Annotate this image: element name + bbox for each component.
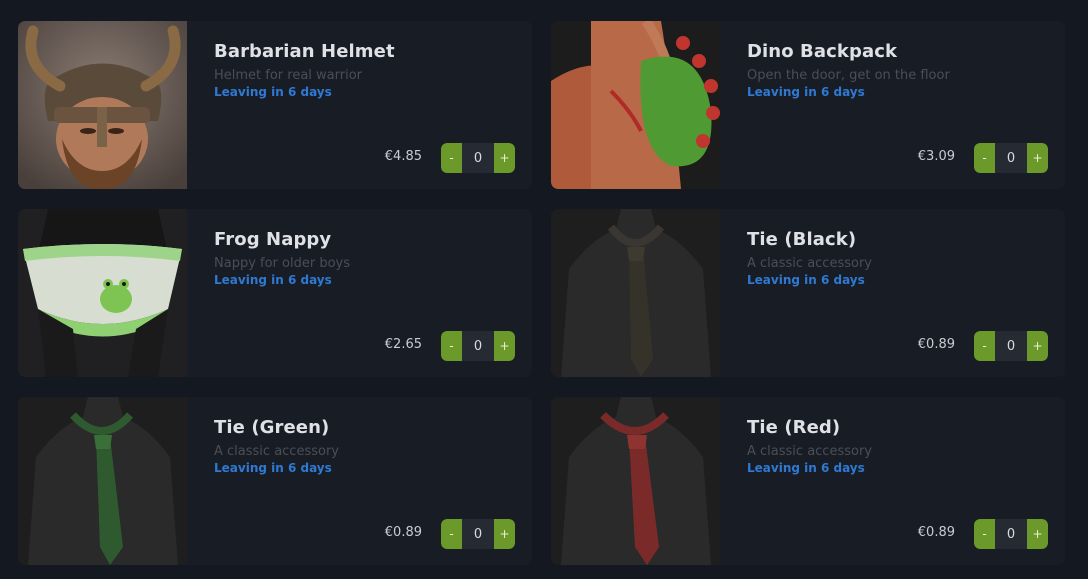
item-price: €3.09: [917, 149, 955, 164]
item-price: €0.89: [917, 525, 955, 540]
item-leaving-notice: Leaving in 6 days: [747, 85, 865, 99]
quantity-stepper: - 0 +: [441, 331, 515, 361]
item-description: A classic accessory: [747, 256, 872, 271]
item-leaving-notice: Leaving in 6 days: [214, 273, 332, 287]
quantity-stepper: - 0 +: [974, 331, 1048, 361]
item-name: Barbarian Helmet: [214, 41, 395, 62]
item-thumbnail-frog-nappy: [18, 209, 187, 377]
item-name: Frog Nappy: [214, 229, 332, 250]
item-price: €0.89: [917, 337, 955, 352]
item-leaving-notice: Leaving in 6 days: [747, 461, 865, 475]
quantity-value[interactable]: 0: [462, 519, 494, 549]
shop-item-grid: Barbarian Helmet Helmet for real warrior…: [18, 21, 1065, 565]
decrease-quantity-button[interactable]: -: [441, 331, 462, 361]
item-thumbnail-tie-black: [551, 209, 720, 377]
item-name: Tie (Red): [747, 417, 841, 438]
item-description: A classic accessory: [214, 444, 339, 459]
increase-quantity-button[interactable]: +: [494, 331, 515, 361]
decrease-quantity-button[interactable]: -: [974, 331, 995, 361]
quantity-value[interactable]: 0: [995, 143, 1027, 173]
increase-quantity-button[interactable]: +: [1027, 143, 1048, 173]
item-description: Open the door, get on the floor: [747, 68, 950, 83]
item-leaving-notice: Leaving in 6 days: [214, 461, 332, 475]
item-description: Helmet for real warrior: [214, 68, 363, 83]
item-price: €4.85: [384, 149, 422, 164]
item-price: €2.65: [384, 337, 422, 352]
quantity-stepper: - 0 +: [441, 143, 515, 173]
item-thumbnail-tie-green: [18, 397, 187, 565]
item-name: Tie (Green): [214, 417, 330, 438]
increase-quantity-button[interactable]: +: [1027, 331, 1048, 361]
shop-item-card: Frog Nappy Nappy for older boys Leaving …: [18, 209, 532, 377]
item-price: €0.89: [384, 525, 422, 540]
quantity-stepper: - 0 +: [974, 519, 1048, 549]
decrease-quantity-button[interactable]: -: [974, 143, 995, 173]
increase-quantity-button[interactable]: +: [494, 519, 515, 549]
shop-item-card: Barbarian Helmet Helmet for real warrior…: [18, 21, 532, 189]
item-name: Tie (Black): [747, 229, 857, 250]
item-description: Nappy for older boys: [214, 256, 350, 271]
item-name: Dino Backpack: [747, 41, 898, 62]
decrease-quantity-button[interactable]: -: [441, 143, 462, 173]
increase-quantity-button[interactable]: +: [1027, 519, 1048, 549]
item-leaving-notice: Leaving in 6 days: [214, 85, 332, 99]
shop-item-card: Dino Backpack Open the door, get on the …: [551, 21, 1065, 189]
item-description: A classic accessory: [747, 444, 872, 459]
item-leaving-notice: Leaving in 6 days: [747, 273, 865, 287]
quantity-value[interactable]: 0: [995, 519, 1027, 549]
decrease-quantity-button[interactable]: -: [441, 519, 462, 549]
item-thumbnail-barbarian-helmet: [18, 21, 187, 189]
quantity-value[interactable]: 0: [462, 143, 494, 173]
quantity-value[interactable]: 0: [462, 331, 494, 361]
decrease-quantity-button[interactable]: -: [974, 519, 995, 549]
quantity-stepper: - 0 +: [441, 519, 515, 549]
item-thumbnail-dino-backpack: [551, 21, 720, 189]
quantity-stepper: - 0 +: [974, 143, 1048, 173]
increase-quantity-button[interactable]: +: [494, 143, 515, 173]
shop-item-card: Tie (Green) A classic accessory Leaving …: [18, 397, 532, 565]
item-thumbnail-tie-red: [551, 397, 720, 565]
shop-item-card: Tie (Red) A classic accessory Leaving in…: [551, 397, 1065, 565]
shop-item-card: Tie (Black) A classic accessory Leaving …: [551, 209, 1065, 377]
quantity-value[interactable]: 0: [995, 331, 1027, 361]
